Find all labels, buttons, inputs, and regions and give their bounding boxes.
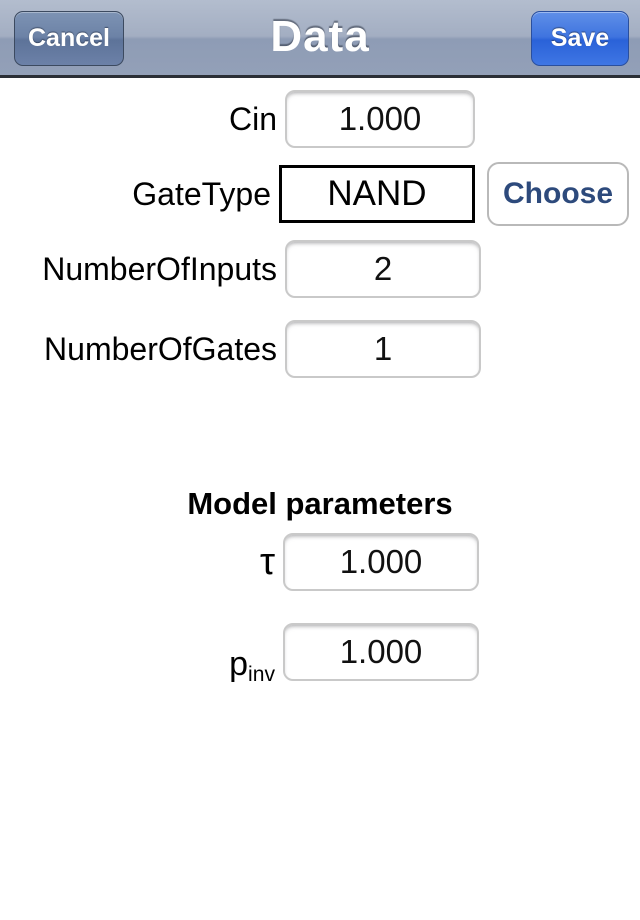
form-content: Cin 1.000 GateType NAND Choose NumberOfI… — [0, 78, 640, 920]
input-gatetype[interactable]: NAND — [279, 165, 475, 223]
form-row-number-of-inputs: NumberOfInputs 2 — [0, 240, 481, 298]
cancel-button[interactable]: Cancel — [14, 11, 124, 66]
form-row-cin: Cin 1.000 — [0, 90, 475, 148]
model-parameters-header: Model parameters — [187, 486, 453, 521]
label-tau: τ — [259, 540, 275, 583]
label-number-of-inputs: NumberOfInputs — [42, 250, 277, 287]
input-p-inv[interactable]: 1.000 — [283, 623, 479, 681]
form-row-number-of-gates: NumberOfGates 1 — [0, 320, 481, 378]
label-p-inv-base: p — [229, 645, 249, 683]
choose-button[interactable]: Choose — [487, 162, 630, 226]
label-p-inv-subscript: inv — [248, 662, 275, 686]
label-cin: Cin — [228, 100, 277, 137]
form-row-gatetype: GateType NAND Choose — [0, 162, 630, 226]
navigation-bar: Cancel Data Save — [0, 0, 640, 78]
input-cin[interactable]: 1.000 — [285, 90, 475, 148]
label-number-of-gates: NumberOfGates — [44, 330, 277, 367]
label-p-inv: pinv — [0, 645, 283, 686]
input-tau[interactable]: 1.000 — [283, 533, 479, 591]
input-number-of-gates[interactable]: 1 — [285, 320, 481, 378]
save-button[interactable]: Save — [531, 11, 629, 66]
form-row-p-inv: pinv 1.000 — [0, 623, 479, 686]
label-gatetype: GateType — [132, 175, 271, 212]
page-title: Data — [270, 11, 370, 61]
input-number-of-inputs[interactable]: 2 — [285, 240, 481, 298]
form-row-tau: τ 1.000 — [0, 533, 479, 591]
